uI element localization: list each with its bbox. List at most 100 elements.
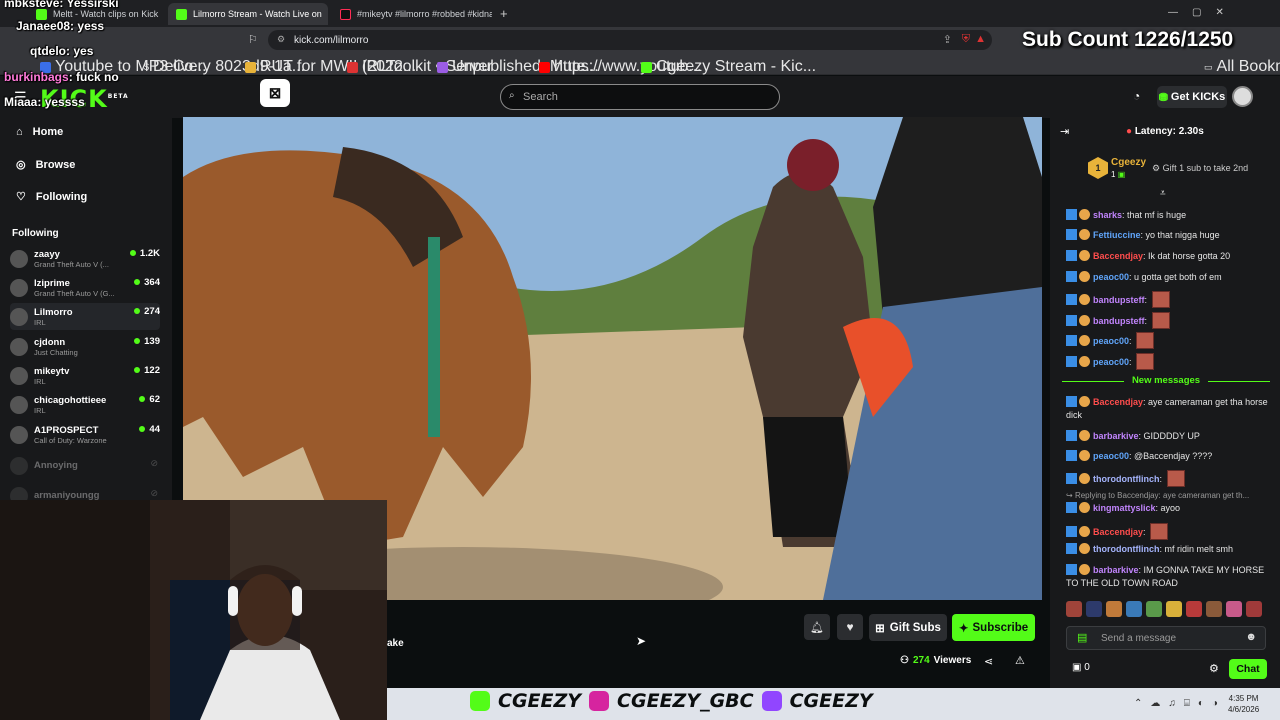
browser-tab-tiktok[interactable]: #mikeytv #lilmorro #robbed #kidnap — [332, 3, 492, 25]
gift-subs-button[interactable]: ⊞ Gift Subs — [869, 614, 947, 641]
chat-message[interactable]: bandupsteff: — [1066, 291, 1268, 308]
chat-username[interactable]: peaoc00 — [1093, 451, 1129, 461]
chat-message[interactable]: Baccendjay: Ik dat horse gotta 20 — [1066, 250, 1268, 263]
following-channel-a1prospect[interactable]: A1PROSPECT Call of Duty: Warzone 44 — [10, 421, 160, 448]
extension-shield-icon[interactable]: ⛨ — [962, 33, 970, 46]
quick-emote-icon[interactable] — [1106, 601, 1122, 617]
following-channel-annoying[interactable]: Annoying ⊘ — [10, 452, 160, 479]
bookmark-star-icon[interactable]: ⚐ — [248, 33, 258, 46]
subscriber-badge-icon — [1066, 250, 1077, 261]
chat-message[interactable]: kingmattyslick: ayoo — [1066, 502, 1268, 515]
following-channel-zaayy[interactable]: zaayy Grand Theft Auto V (... 1.2K — [10, 245, 160, 272]
dollar-icon: $ — [144, 62, 150, 72]
chat-message[interactable]: peaoc00: — [1066, 332, 1268, 349]
quick-emote-icon[interactable] — [1246, 601, 1262, 617]
chat-message[interactable]: thorodontflinch: — [1066, 470, 1268, 487]
quick-emote-icon[interactable] — [1166, 601, 1182, 617]
chat-message[interactable]: Baccendjay: — [1066, 523, 1268, 540]
chat-username[interactable]: Baccendjay — [1093, 397, 1143, 407]
system-clock[interactable]: 4:35 PM 4/6/2026 — [1228, 693, 1259, 715]
chat-message[interactable]: peaoc00: u gotta get both of em — [1066, 271, 1268, 284]
kicks-icon: ⛃ — [1158, 91, 1168, 104]
gift-hint-text: Gift 1 sub to take 2nd — [1162, 163, 1249, 173]
overlay-chat-user: Miaaa — [4, 95, 38, 109]
browser-tab-lilmorro[interactable]: Lilmorro Stream - Watch Live on ✕ — [168, 3, 328, 25]
following-channel-lziprime[interactable]: lziprime Grand Theft Auto V (G... 364 — [10, 274, 160, 301]
sidebar-item-home[interactable]: ⌂ Home — [16, 126, 63, 138]
gift-hint[interactable]: ⚙ Gift 1 sub to take 2nd — [1152, 163, 1248, 174]
system-tray-icons[interactable]: ⌃☁♫⌸◐◑ — [1134, 698, 1226, 709]
bookmark-item[interactable]: Cgeezy Stream - Kic... — [641, 58, 816, 76]
emote-bar[interactable] — [1066, 601, 1266, 619]
report-warning-icon[interactable]: ⚠ — [1015, 654, 1025, 667]
chat-message[interactable]: barbarkive: IM GONNA TAKE MY HORSE TO TH… — [1066, 564, 1268, 590]
channel-name: chicagohottieee — [34, 394, 107, 406]
chat-message[interactable]: peaoc00: — [1066, 353, 1268, 370]
following-channel-lilmorro[interactable]: Lilmorro IRL 274 — [10, 303, 160, 330]
quick-emote-icon[interactable] — [1066, 601, 1082, 617]
chat-username[interactable]: Baccendjay — [1093, 527, 1143, 537]
chat-username[interactable]: bandupsteff — [1093, 295, 1145, 305]
chat-message-input[interactable]: ▤ Send a message ☻ — [1066, 626, 1266, 650]
notifications-icon[interactable]: ◔ — [1133, 89, 1140, 103]
get-kicks-button[interactable]: ⛃ Get KICKs — [1157, 86, 1227, 108]
search-input[interactable]: ⌕ Search — [500, 84, 780, 110]
chat-send-button[interactable]: Chat — [1229, 659, 1267, 679]
address-bar[interactable]: ⚙ kick.com/lilmorro ⇪ ⛨ ▲ — [268, 30, 992, 50]
notification-bell-button[interactable]: 🔔︎ — [804, 614, 830, 640]
following-channel-chicagohottieee[interactable]: chicagohottieee IRL 62 — [10, 391, 160, 418]
quick-emote-icon[interactable] — [1086, 601, 1102, 617]
quick-emote-icon[interactable] — [1146, 601, 1162, 617]
site-info-icon[interactable]: ⚙ — [277, 34, 285, 45]
all-bookmarks-button[interactable]: ▭All Bookmarks — [1204, 58, 1280, 76]
quick-emote-icon[interactable] — [1126, 601, 1142, 617]
chat-username[interactable]: barbarkive — [1093, 431, 1139, 441]
subscribe-button[interactable]: ✦ Subscribe — [952, 614, 1035, 641]
new-tab-button[interactable]: + — [500, 6, 508, 21]
chat-username[interactable]: Baccendjay — [1093, 251, 1143, 261]
sidebar-item-browse[interactable]: ◎ Browse — [16, 158, 75, 172]
chat-username[interactable]: kingmattyslick — [1093, 503, 1156, 513]
expand-leaderboard-icon[interactable]: ⩡ — [1160, 188, 1166, 199]
chat-message[interactable]: thorodontflinch: mf ridin melt smh — [1066, 543, 1268, 556]
subscriber-badge-icon — [1066, 473, 1077, 484]
chat-username[interactable]: thorodontflinch — [1093, 544, 1159, 554]
chat-message[interactable]: bandupsteff: — [1066, 312, 1268, 329]
quick-emote-icon[interactable] — [1226, 601, 1242, 617]
sidebar-item-following[interactable]: ♡ Following — [16, 190, 87, 204]
tab-label: #mikeytv #lilmorro #robbed #kidnap — [357, 9, 492, 19]
quick-emote-icon[interactable] — [1206, 601, 1222, 617]
chat-username[interactable]: sharks — [1093, 210, 1122, 220]
webcam-overlay — [0, 500, 387, 720]
chat-username[interactable]: peaoc00 — [1093, 272, 1129, 282]
collapse-chat-icon[interactable]: ⇥ — [1060, 125, 1069, 138]
chat-settings-gear-icon[interactable]: ⚙ — [1209, 662, 1219, 675]
chat-username[interactable]: thorodontflinch — [1093, 474, 1159, 484]
chat-username[interactable]: barbarkive — [1093, 565, 1139, 575]
user-avatar[interactable] — [1232, 86, 1253, 107]
chat-username[interactable]: peaoc00 — [1093, 336, 1129, 346]
chat-message[interactable]: Baccendjay: aye cameraman get tha horse … — [1066, 396, 1268, 422]
quick-emote-icon[interactable] — [1186, 601, 1202, 617]
chat-username[interactable]: Fettiuccine — [1093, 230, 1141, 240]
app-logo-icon[interactable]: ⊠ — [260, 79, 290, 107]
chat-username[interactable]: bandupsteff — [1093, 316, 1145, 326]
follow-heart-button[interactable]: ♥ — [837, 614, 863, 640]
window-controls[interactable]: —▢✕ — [1168, 7, 1238, 18]
extension-warning-icon[interactable]: ▲ — [975, 33, 986, 45]
overlay-chat-text: yess — [77, 19, 105, 33]
overlay-chat-text: yessss — [44, 95, 85, 109]
chat-identity-icon[interactable]: ▤ — [1077, 631, 1087, 644]
following-channel-cjdonn[interactable]: cjdonn Just Chatting 139 — [10, 333, 160, 360]
leaderboard-user[interactable]: Cgeezy — [1111, 157, 1146, 168]
share-icon[interactable]: ⇪ — [943, 33, 952, 46]
chat-username[interactable]: peaoc00 — [1093, 357, 1129, 367]
emoji-icon[interactable]: ☻ — [1245, 631, 1257, 643]
chat-message[interactable]: Fettiuccine: yo that nigga huge — [1066, 229, 1268, 242]
share-icon[interactable]: ⋖ — [984, 655, 993, 668]
chat-message[interactable]: barbarkive: GIDDDDY UP — [1066, 430, 1268, 443]
chat-message[interactable]: sharks: that mf is huge — [1066, 209, 1268, 222]
kicks-balance[interactable]: ▣ 0 — [1072, 662, 1090, 673]
following-channel-mikeytv[interactable]: mikeytv IRL 122 — [10, 362, 160, 389]
chat-message[interactable]: peaoc00: @Baccendjay ???? — [1066, 450, 1268, 463]
